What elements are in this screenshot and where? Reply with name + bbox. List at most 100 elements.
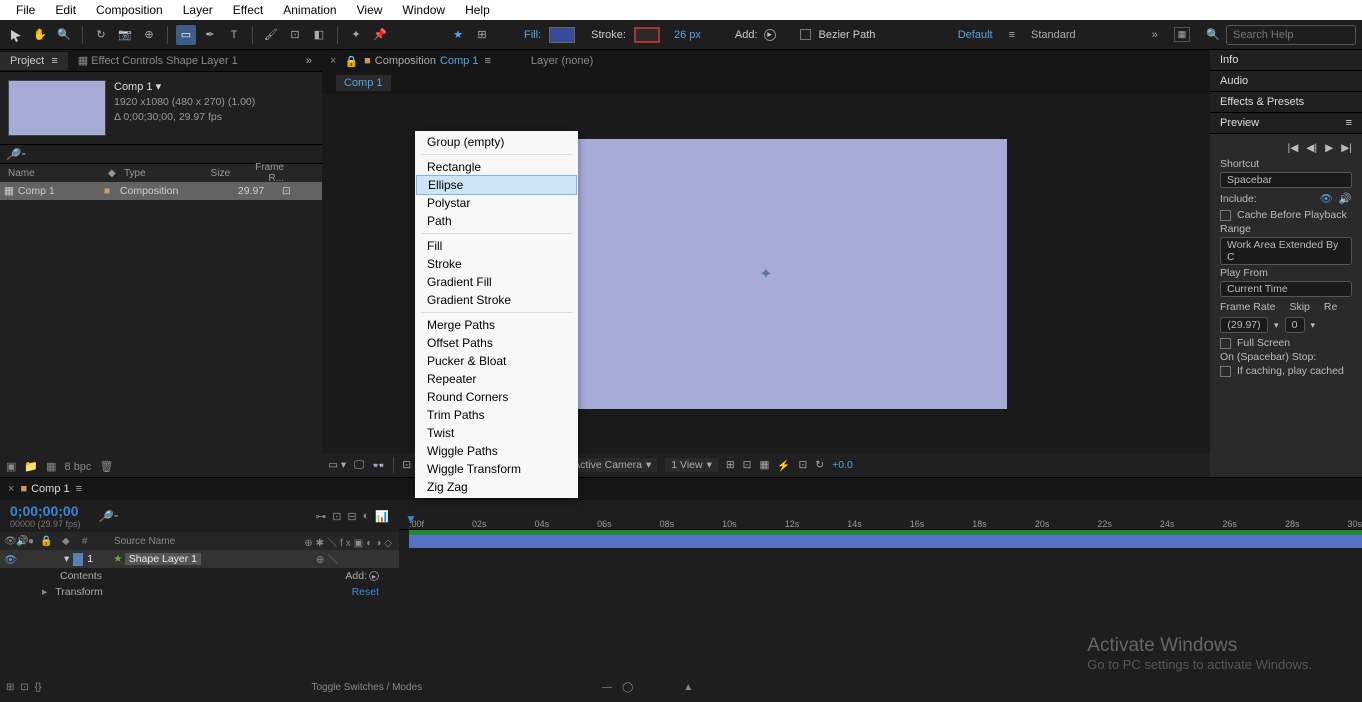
flowchart-icon[interactable]: ⊡ bbox=[282, 185, 291, 197]
ctx-item-ellipse[interactable]: Ellipse bbox=[416, 175, 577, 195]
lock-icon[interactable]: 🔒 bbox=[344, 55, 358, 68]
panel-effects[interactable]: Effects & Presets bbox=[1210, 92, 1362, 113]
share-icon[interactable]: ⊞ bbox=[726, 459, 735, 471]
layer-switches[interactable]: ⊕＼ bbox=[316, 552, 395, 567]
transform-group[interactable]: Transform bbox=[55, 586, 102, 598]
menu-layer[interactable]: Layer bbox=[173, 1, 223, 19]
draft3d-icon[interactable]: ⊡ bbox=[332, 510, 341, 523]
pixel-aspect-icon[interactable]: ▦ bbox=[759, 459, 769, 471]
ctx-item-offset-paths[interactable]: Offset Paths bbox=[415, 334, 578, 352]
shortcut-select[interactable]: Spacebar bbox=[1220, 172, 1352, 188]
fill-swatch[interactable] bbox=[549, 27, 575, 43]
menu-view[interactable]: View bbox=[347, 1, 393, 19]
solo-icon[interactable]: ● bbox=[28, 536, 40, 547]
overflow-icon[interactable]: » bbox=[1152, 29, 1158, 41]
dropdown-icon[interactable]: ▾ bbox=[1311, 320, 1316, 331]
col-type[interactable]: Type bbox=[120, 168, 194, 179]
expand-icon[interactable]: ▸ bbox=[42, 586, 47, 598]
playfrom-select[interactable]: Current Time bbox=[1220, 281, 1352, 297]
expand-icon[interactable]: ▾ bbox=[64, 553, 69, 565]
workspace-default[interactable]: Default bbox=[958, 29, 993, 41]
grid-icon[interactable]: ⊡ bbox=[743, 459, 752, 471]
trash-icon[interactable]: 🗑 bbox=[99, 460, 113, 473]
first-frame-icon[interactable]: |◀ bbox=[1287, 142, 1298, 154]
comp-breadcrumb[interactable]: Comp 1 bbox=[336, 75, 391, 91]
fullscreen-checkbox[interactable] bbox=[1220, 338, 1231, 349]
search-input[interactable] bbox=[1226, 25, 1356, 45]
menu-effect[interactable]: Effect bbox=[223, 1, 273, 19]
ctx-item-gradient-stroke[interactable]: Gradient Stroke bbox=[415, 291, 578, 309]
menu-animation[interactable]: Animation bbox=[273, 1, 346, 19]
refresh-icon[interactable]: ↻ bbox=[815, 459, 824, 471]
label-col[interactable]: ◆ bbox=[62, 536, 82, 547]
timeline-icon[interactable]: ⊡ bbox=[798, 459, 807, 471]
eraser-tool[interactable]: ◧ bbox=[309, 25, 329, 45]
graph-editor-icon[interactable]: 📊 bbox=[375, 510, 389, 523]
ctx-item-repeater[interactable]: Repeater bbox=[415, 370, 578, 388]
brackets-icon[interactable]: {} bbox=[35, 682, 42, 693]
panel-menu-icon[interactable]: ≡ bbox=[484, 55, 490, 67]
include-video-icon[interactable]: 👁 bbox=[1320, 192, 1333, 205]
panel-preview[interactable]: Preview≡ bbox=[1210, 113, 1362, 134]
tl-tab-name[interactable]: Comp 1 bbox=[31, 483, 70, 495]
camera-tool[interactable]: 📷 bbox=[115, 25, 135, 45]
add-button[interactable]: ▸ bbox=[764, 29, 776, 41]
folder-icon[interactable]: 📁 bbox=[24, 460, 38, 473]
cache-checkbox[interactable] bbox=[1220, 210, 1231, 221]
project-row-comp1[interactable]: ▦ Comp 1 ■ Composition 29.97 ⊡ bbox=[0, 182, 322, 200]
zoom-out-icon[interactable]: — bbox=[602, 682, 612, 693]
include-audio-icon[interactable]: 🔊 bbox=[1339, 192, 1352, 205]
time-ruler[interactable]: ▼ :00f 02s 04s 06s 08s 10s 12s 14s 16s 1… bbox=[399, 500, 1362, 530]
ctx-item-twist[interactable]: Twist bbox=[415, 424, 578, 442]
roto-tool[interactable]: ✦ bbox=[346, 25, 366, 45]
alpha-icon[interactable]: 👓 bbox=[372, 459, 385, 472]
hand-tool[interactable]: ✋ bbox=[30, 25, 50, 45]
col-size[interactable]: Size bbox=[194, 168, 234, 179]
camera-select[interactable]: Active Camera ▾ bbox=[567, 458, 657, 472]
tab-project[interactable]: Project ≡ bbox=[0, 52, 68, 70]
exposure-value[interactable]: +0.0 bbox=[832, 459, 853, 471]
menu-help[interactable]: Help bbox=[455, 1, 500, 19]
panel-icon[interactable]: ▦ bbox=[1174, 27, 1191, 42]
bpc-button[interactable]: 8 bpc bbox=[65, 461, 92, 473]
visibility-toggle[interactable]: 👁 bbox=[4, 553, 16, 566]
add-shape-button[interactable]: ▸ bbox=[369, 571, 379, 581]
lock-icon[interactable]: 🔒 bbox=[40, 536, 52, 547]
ctx-item-trim-paths[interactable]: Trim Paths bbox=[415, 406, 578, 424]
panel-audio[interactable]: Audio bbox=[1210, 71, 1362, 92]
expand-icon[interactable]: ⊞ bbox=[6, 682, 14, 693]
view-select[interactable]: 1 View ▾ bbox=[665, 458, 718, 472]
shy-icon[interactable]: ⊶ bbox=[315, 510, 326, 523]
zoom-tool[interactable]: 🔍 bbox=[54, 25, 74, 45]
framerate-select[interactable]: (29.97) bbox=[1220, 317, 1268, 333]
menu-window[interactable]: Window bbox=[392, 1, 455, 19]
fast-preview-icon[interactable]: ⚡ bbox=[777, 459, 790, 472]
reset-button[interactable]: Reset bbox=[352, 586, 379, 598]
comp-name[interactable]: Comp 1 ▾ bbox=[114, 80, 255, 95]
star-icon[interactable]: ★ bbox=[448, 25, 468, 45]
bezier-checkbox[interactable] bbox=[800, 29, 811, 40]
menu-file[interactable]: File bbox=[6, 1, 45, 19]
stroke-width[interactable]: 26 px bbox=[674, 29, 701, 41]
zoom-slider[interactable]: ◯ bbox=[622, 682, 633, 693]
toggle-icon[interactable]: ⊡ bbox=[20, 682, 28, 693]
stroke-swatch[interactable] bbox=[634, 27, 660, 43]
overflow-icon[interactable]: » bbox=[296, 55, 322, 67]
magnification-dropdown[interactable]: ▭ ▾ bbox=[328, 459, 346, 471]
ctx-item-rectangle[interactable]: Rectangle bbox=[415, 158, 578, 176]
tab-effect-controls[interactable]: ▦ Effect Controls Shape Layer 1 bbox=[68, 51, 248, 70]
close-tab-icon[interactable]: × bbox=[330, 55, 336, 67]
puppet-tool[interactable]: 📌 bbox=[370, 25, 390, 45]
ctx-item-path[interactable]: Path bbox=[415, 212, 578, 230]
contents-group[interactable]: Contents bbox=[60, 570, 102, 582]
selection-tool[interactable] bbox=[6, 25, 26, 45]
play-icon[interactable]: ▶ bbox=[1325, 142, 1333, 154]
interpret-icon[interactable]: ▣ bbox=[6, 460, 16, 473]
menu-composition[interactable]: Composition bbox=[86, 1, 173, 19]
col-framerate[interactable]: Frame R... bbox=[234, 162, 288, 184]
current-time[interactable]: 0;00;00;00 bbox=[2, 503, 89, 519]
type-tool[interactable]: T bbox=[224, 25, 244, 45]
layer-bar[interactable] bbox=[409, 530, 1362, 548]
zoom-in-icon[interactable]: ▲ bbox=[683, 682, 693, 693]
layer-color[interactable] bbox=[73, 553, 83, 566]
